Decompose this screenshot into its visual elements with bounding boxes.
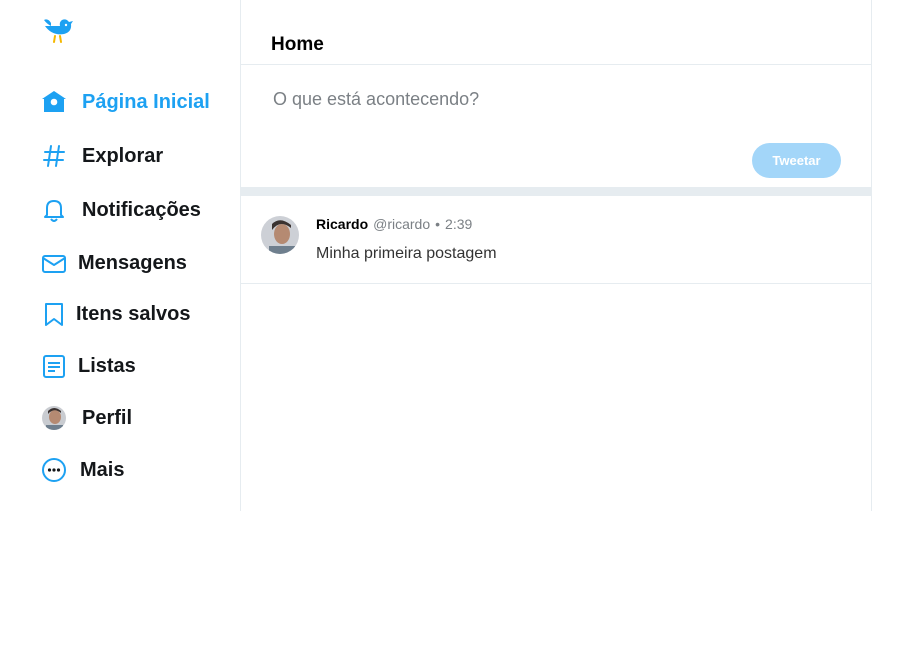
bird-logo-icon[interactable]	[42, 16, 74, 46]
sidebar-item-lists[interactable]: Listas	[40, 352, 136, 380]
tweet-button[interactable]: Tweetar	[752, 143, 841, 178]
sidebar-item-label: Explorar	[82, 144, 164, 167]
bell-icon	[40, 196, 68, 224]
page-title: Home	[271, 34, 324, 55]
sidebar-item-label: Mais	[80, 458, 125, 481]
sidebar-item-profile[interactable]: Perfil	[40, 404, 132, 432]
sidebar-item-label: Mensagens	[78, 251, 187, 274]
sidebar-item-notifications[interactable]: Notificações	[40, 196, 201, 224]
more-icon	[40, 456, 68, 484]
sidebar-item-label: Perfil	[82, 406, 133, 429]
tweet-composer: Tweetar	[241, 65, 871, 187]
timeline-header: Home	[241, 0, 871, 65]
bookmark-icon	[40, 300, 68, 328]
tweet-timestamp[interactable]: 2:39	[445, 216, 472, 232]
sidebar-item-label: Página Inicial	[82, 90, 210, 113]
tweet-text: Minha primeira postagem	[316, 245, 497, 262]
tweet-item[interactable]: Ricardo @ricardo • 2:39 Minha primeira p…	[241, 196, 871, 284]
sidebar-item-home[interactable]: Página Inicial	[40, 88, 210, 116]
sidebar-item-more[interactable]: Mais	[40, 456, 124, 484]
tweet-author-handle[interactable]: @ricardo	[373, 216, 430, 232]
avatar	[40, 404, 68, 432]
sidebar-item-label: Notificações	[82, 198, 201, 221]
tweet-header: Ricardo @ricardo • 2:39	[316, 216, 472, 232]
compose-tweet-input[interactable]	[271, 83, 835, 115]
tweet-separator: •	[435, 216, 441, 232]
list-icon	[40, 352, 68, 380]
home-icon	[40, 88, 68, 116]
section-divider	[241, 187, 871, 196]
envelope-icon	[40, 249, 68, 277]
sidebar-item-label: Itens salvos	[76, 302, 191, 325]
main-timeline: Home Tweetar Ricardo @ricardo • 2:39 Min…	[241, 0, 872, 511]
hashtag-icon	[40, 142, 68, 170]
tweet-author-name[interactable]: Ricardo	[316, 216, 368, 232]
sidebar-item-bookmarks[interactable]: Itens salvos	[40, 300, 191, 328]
sidebar: Página Inicial Explorar Notificações Men…	[0, 0, 241, 511]
sidebar-item-messages[interactable]: Mensagens	[40, 249, 187, 277]
sidebar-item-explore[interactable]: Explorar	[40, 142, 163, 170]
avatar[interactable]	[261, 216, 299, 254]
sidebar-item-label: Listas	[78, 354, 136, 377]
